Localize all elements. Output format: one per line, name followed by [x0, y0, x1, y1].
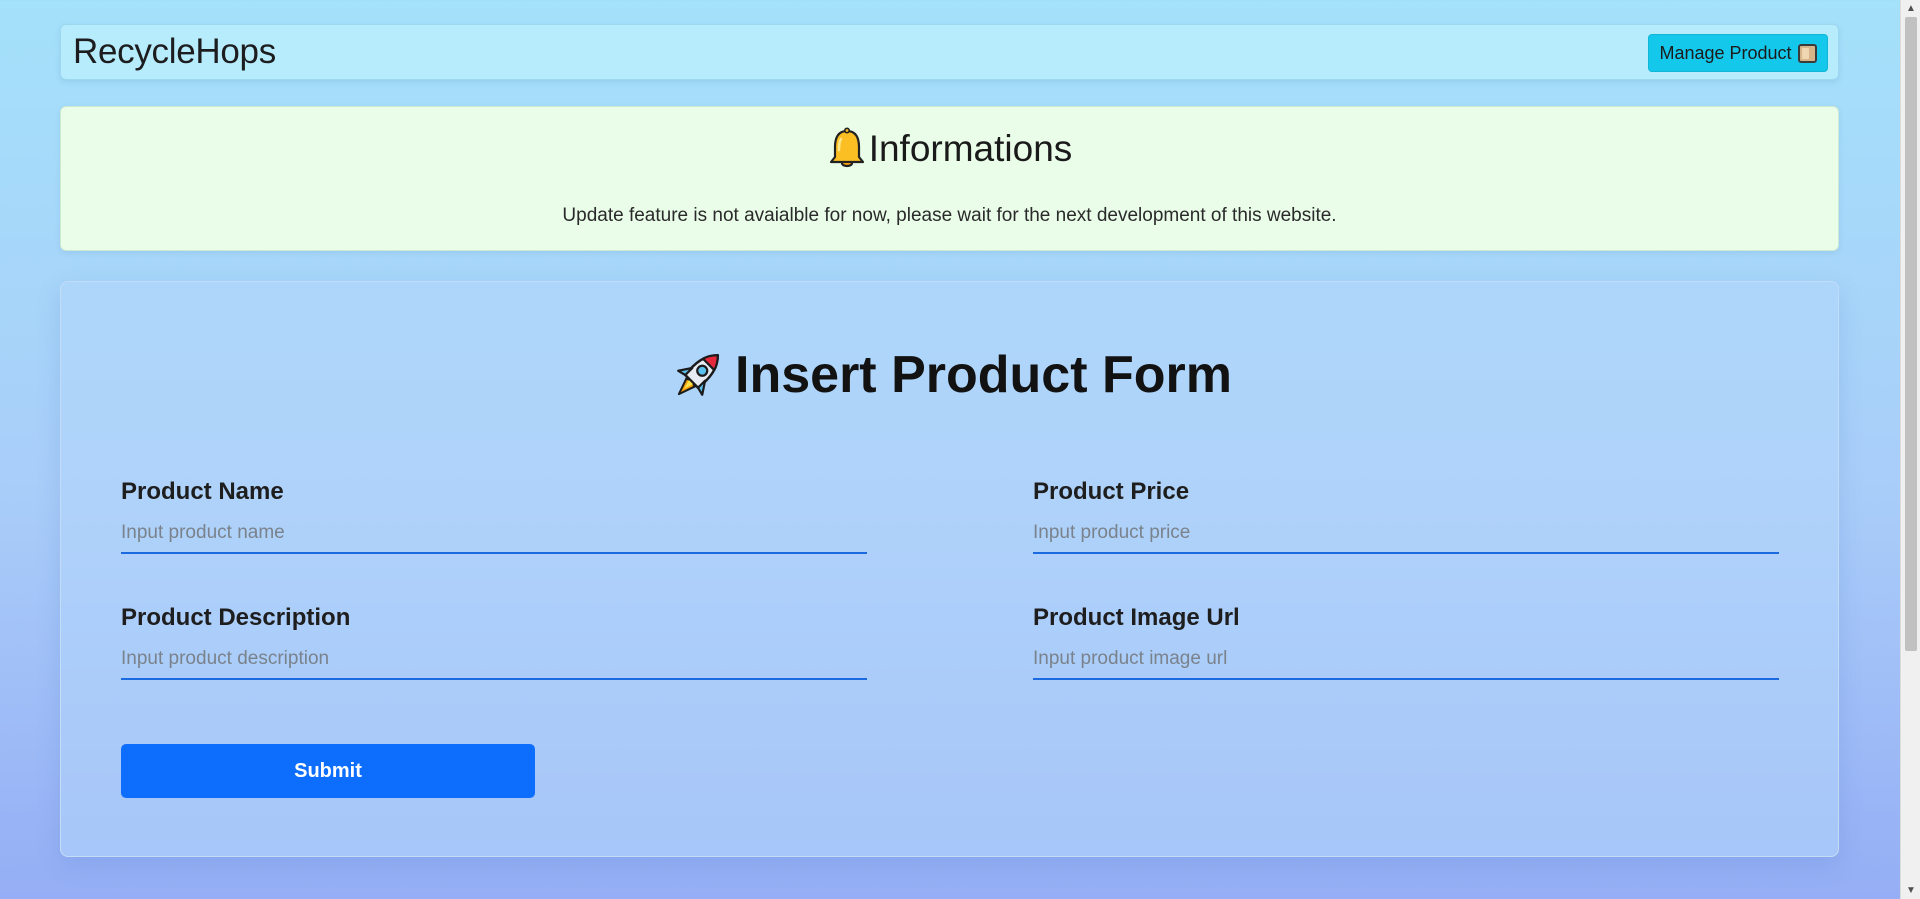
product-name-field: Product Name [121, 478, 867, 554]
form-title: Insert Product Form [735, 346, 1232, 404]
product-name-label: Product Name [121, 478, 284, 505]
product-price-field: Product Price [1033, 478, 1779, 554]
vertical-scrollbar[interactable]: ▲ ▼ [1900, 0, 1920, 899]
package-icon [1797, 43, 1817, 63]
manage-product-button[interactable]: Manage Product [1648, 34, 1828, 72]
navbar: RecycleHops Manage Product [60, 24, 1839, 80]
info-title: Informations [868, 128, 1073, 169]
brand-logo[interactable]: RecycleHops [73, 32, 276, 72]
bell-icon [829, 127, 864, 168]
scroll-down-icon[interactable]: ▼ [1901, 882, 1920, 899]
info-panel: Informations Update feature is not avaia… [60, 106, 1839, 251]
insert-product-form: Insert Product Form Product Name Product… [60, 281, 1839, 857]
info-heading: Informations [61, 127, 1838, 171]
rocket-icon [677, 353, 720, 396]
scroll-thumb[interactable] [1905, 17, 1917, 651]
product-image-url-field: Product Image Url [1033, 604, 1779, 680]
submit-button[interactable]: Submit [121, 744, 535, 798]
product-description-input[interactable] [121, 646, 867, 680]
product-price-input[interactable] [1033, 520, 1779, 554]
info-message: Update feature is not avaialble for now,… [562, 205, 1337, 226]
manage-product-label: Manage Product [1659, 42, 1792, 63]
scroll-up-icon[interactable]: ▲ [1901, 0, 1920, 17]
product-price-label: Product Price [1033, 478, 1190, 505]
product-description-field: Product Description [121, 604, 867, 680]
product-image-url-input[interactable] [1033, 646, 1779, 680]
product-image-url-label: Product Image Url [1033, 604, 1240, 631]
page: RecycleHops Manage Product Informations … [0, 0, 1900, 899]
form-heading: Insert Product Form [61, 344, 1838, 406]
product-name-input[interactable] [121, 520, 867, 554]
product-description-label: Product Description [121, 604, 351, 631]
